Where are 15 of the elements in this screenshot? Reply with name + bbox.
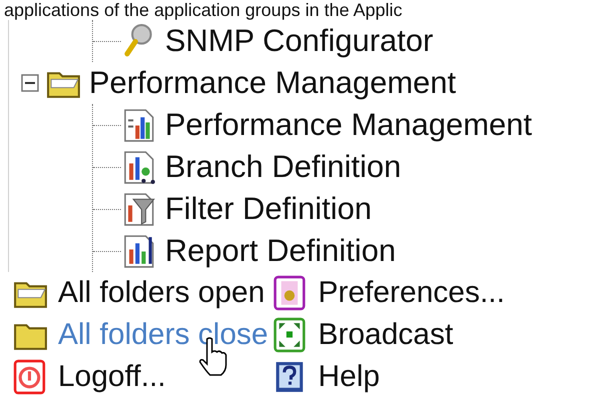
intro-text: applications of the application groups in the Applic [3,0,404,20]
tree-folder[interactable]: Performance Management [89,65,456,101]
tree-item[interactable]: Branch Definition [165,149,402,185]
action-link[interactable]: All folders open [58,276,265,310]
action-link[interactable]: All folders close [58,318,268,352]
tree-item[interactable]: Performance Management [165,107,532,143]
action-link[interactable]: Help [318,360,380,394]
tree-item[interactable]: Filter Definition [165,191,372,227]
action-link[interactable]: Broadcast [318,318,454,352]
action-link[interactable]: Preferences... [318,276,505,310]
action-link[interactable]: Logoff... [58,360,166,394]
tree-item[interactable]: Report Definition [165,233,396,269]
tree-item[interactable]: SNMP Configurator [165,23,434,59]
collapse-icon[interactable] [21,74,39,92]
power-icon [12,359,48,395]
